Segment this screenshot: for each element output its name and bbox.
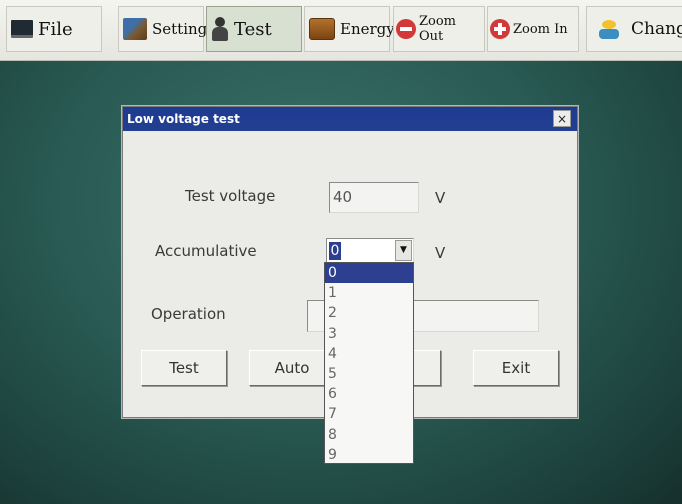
dropdown-option[interactable]: 5 (325, 364, 413, 384)
change-label: Chang (631, 19, 682, 39)
chevron-down-icon[interactable]: ▼ (395, 240, 412, 261)
dropdown-option[interactable]: 9 (325, 445, 413, 465)
test-label: Test (234, 18, 272, 40)
main-toolbar: File Setting Test Energy Zoom Out Zoom I… (0, 0, 682, 61)
accumulative-unit: V (435, 244, 446, 262)
zoom-in-button[interactable]: Zoom In (487, 6, 579, 52)
zoom-in-label: Zoom In (513, 21, 568, 37)
energy-label: Energy (340, 20, 395, 38)
user-icon (211, 17, 229, 41)
zoom-out-button[interactable]: Zoom Out (393, 6, 485, 52)
dialog-titlebar[interactable]: Low voltage test (123, 107, 577, 131)
dropdown-option[interactable]: 7 (325, 404, 413, 424)
desktop: File Setting Test Energy Zoom Out Zoom I… (0, 0, 682, 504)
exit-button[interactable]: Exit (473, 350, 559, 386)
book-icon (309, 18, 335, 40)
file-button[interactable]: File (6, 6, 102, 52)
dropdown-option[interactable]: 8 (325, 425, 413, 445)
close-button[interactable]: × (553, 110, 571, 127)
operation-label: Operation (151, 305, 226, 323)
accumulative-value: 0 (329, 242, 341, 260)
file-icon (11, 20, 33, 38)
accumulative-dropdown-list: 0 1 2 3 4 5 6 7 8 9 (324, 262, 414, 464)
accumulative-select[interactable]: 0 ▼ (326, 238, 414, 263)
change-icon (599, 18, 619, 40)
auto-button[interactable]: Auto (249, 350, 335, 386)
energy-button[interactable]: Energy (304, 6, 395, 52)
file-label: File (38, 18, 73, 40)
test-voltage-label: Test voltage (185, 187, 276, 205)
zoom-out-icon (396, 19, 416, 39)
dropdown-option[interactable]: 4 (325, 344, 413, 364)
test-voltage-input[interactable]: 40 (329, 182, 419, 213)
dropdown-option[interactable]: 2 (325, 303, 413, 323)
zoom-out-label: Zoom Out (419, 14, 457, 44)
test-voltage-unit: V (435, 189, 446, 207)
test-run-button[interactable]: Test (141, 350, 227, 386)
setting-label: Setting (152, 20, 208, 38)
dropdown-option[interactable]: 0 (325, 263, 413, 284)
setting-icon (123, 18, 147, 40)
dialog-title: Low voltage test (127, 112, 240, 126)
test-button[interactable]: Test (206, 6, 302, 52)
dropdown-option[interactable]: 1 (325, 283, 413, 303)
change-button[interactable]: Chang (586, 6, 682, 52)
dropdown-option[interactable]: 6 (325, 384, 413, 404)
setting-button[interactable]: Setting (118, 6, 208, 52)
dropdown-option[interactable]: 3 (325, 324, 413, 344)
zoom-in-icon (490, 19, 510, 39)
accumulative-label: Accumulative (155, 242, 257, 260)
